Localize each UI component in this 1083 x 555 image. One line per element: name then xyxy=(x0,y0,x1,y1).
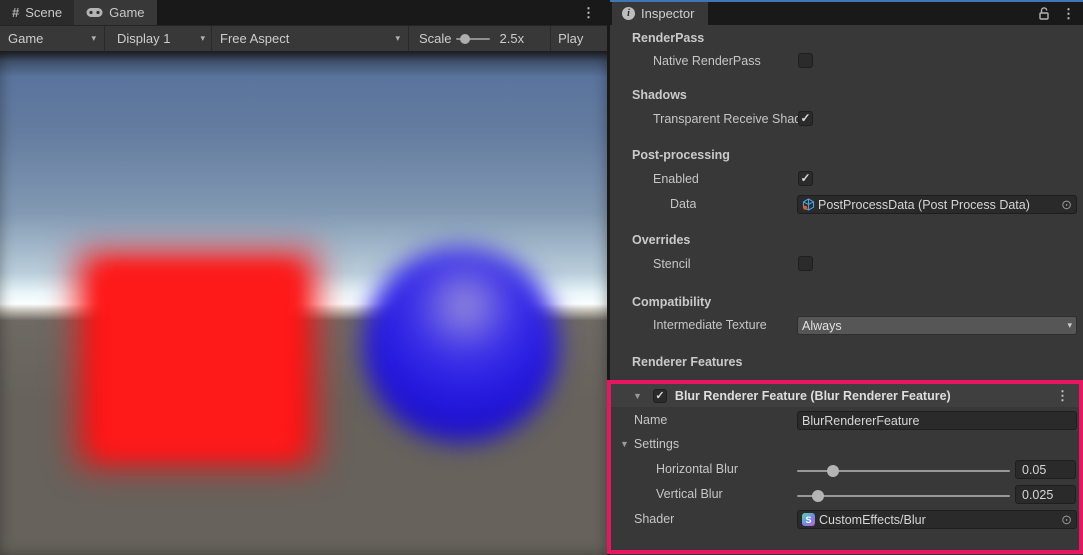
chevron-down-icon: ▾ xyxy=(395,33,400,44)
scale-slider[interactable] xyxy=(456,34,490,44)
chevron-down-icon: ▾ xyxy=(200,33,205,44)
object-picker-icon[interactable]: ⊙ xyxy=(1061,197,1072,213)
intermediate-texture-row: Intermediate Texture Always ▾ xyxy=(610,314,1083,336)
shader-object-field[interactable]: S CustomEffects/Blur ⊙ xyxy=(797,510,1077,529)
inspector-panel: i Inspector ⋮ RenderPass Native RenderPa… xyxy=(610,0,1083,555)
game-panel: # Scene Game ⋮ Game ▾ Display 1 ▾ xyxy=(0,0,607,555)
data-label: Data xyxy=(670,197,696,211)
vertical-blur-value-field[interactable]: 0.025 xyxy=(1015,485,1076,504)
horizontal-blur-slider[interactable] xyxy=(797,466,1010,476)
tab-game[interactable]: Game xyxy=(74,0,156,25)
shader-icon: S xyxy=(802,513,815,526)
tab-scene-label: Scene xyxy=(25,5,62,20)
blur-feature-title: Blur Renderer Feature (Blur Renderer Fea… xyxy=(675,389,951,403)
name-label: Name xyxy=(634,413,667,427)
renderpass-header: RenderPass xyxy=(610,27,1083,49)
blur-feature-more-menu-icon[interactable]: ⋮ xyxy=(1056,383,1069,408)
enabled-checkbox[interactable]: ✓ xyxy=(798,171,813,186)
tab-inspector-label: Inspector xyxy=(641,6,694,21)
data-object-value: PostProcessData (Post Process Data) xyxy=(818,198,1030,212)
tab-scene[interactable]: # Scene xyxy=(0,0,74,25)
tab-inspector[interactable]: i Inspector xyxy=(612,2,708,25)
name-input[interactable]: BlurRendererFeature xyxy=(797,411,1077,430)
vertical-blur-slider[interactable] xyxy=(797,491,1010,501)
tab-game-label: Game xyxy=(109,5,144,20)
intermediate-texture-value: Always xyxy=(802,319,842,333)
stencil-label: Stencil xyxy=(653,257,796,271)
scale-value: 2.5x xyxy=(500,31,525,46)
name-value: BlurRendererFeature xyxy=(802,414,919,428)
shader-label: Shader xyxy=(634,512,674,526)
stencil-checkbox[interactable] xyxy=(798,256,813,271)
display-dropdown[interactable]: Display 1 ▾ xyxy=(105,26,211,51)
game-toolbar: Game ▾ Display 1 ▾ Free Aspect ▾ Scale 2… xyxy=(0,25,607,51)
slider-track xyxy=(797,495,1010,497)
viewport-edge-shadow xyxy=(0,51,607,555)
scene-grid-icon: # xyxy=(12,5,19,20)
native-renderpass-label: Native RenderPass xyxy=(653,54,796,68)
transparent-receive-row: Transparent Receive Shadows ✓ xyxy=(610,108,1083,130)
scale-slider-thumb[interactable] xyxy=(460,34,470,44)
data-object-field[interactable]: PostProcessData (Post Process Data) ⊙ xyxy=(797,195,1077,214)
renderer-features-header: Renderer Features xyxy=(610,351,1083,373)
scale-control: Scale 2.5x xyxy=(409,31,524,46)
vertical-blur-row: Vertical Blur 0.025 xyxy=(610,483,1083,505)
settings-label: Settings xyxy=(634,437,679,451)
game-tabbar: # Scene Game ⋮ xyxy=(0,0,607,25)
shader-row: Shader S CustomEffects/Blur ⊙ xyxy=(610,508,1083,530)
intermediate-texture-dropdown[interactable]: Always ▾ xyxy=(797,316,1077,335)
object-picker-icon[interactable]: ⊙ xyxy=(1061,512,1072,528)
postprocessing-header: Post-processing xyxy=(610,144,1083,166)
data-row: Data PostProcessData (Post Process Data)… xyxy=(610,193,1083,215)
compatibility-header: Compatibility xyxy=(610,291,1083,313)
name-row: Name BlurRendererFeature xyxy=(610,409,1083,431)
game-viewport[interactable] xyxy=(0,51,607,555)
chevron-down-icon: ▾ xyxy=(1067,320,1072,331)
enabled-row: Enabled ✓ xyxy=(610,168,1083,190)
scale-label: Scale xyxy=(419,31,452,46)
intermediate-texture-label: Intermediate Texture xyxy=(653,318,797,332)
shader-value: CustomEffects/Blur xyxy=(819,513,926,527)
inspector-tabbar: i Inspector ⋮ xyxy=(610,2,1083,25)
game-view-dropdown[interactable]: Game ▾ xyxy=(0,26,104,51)
scriptable-object-icon xyxy=(802,198,815,211)
vertical-blur-label: Vertical Blur xyxy=(656,487,791,501)
chevron-down-icon: ▾ xyxy=(91,33,96,44)
play-focused-button[interactable]: Play xyxy=(551,26,607,51)
foldout-triangle-icon[interactable]: ▼ xyxy=(633,391,642,401)
horizontal-blur-label: Horizontal Blur xyxy=(656,462,791,476)
inspector-more-menu-icon[interactable]: ⋮ xyxy=(1062,1,1075,26)
unity-editor-window: # Scene Game ⋮ Game ▾ Display 1 ▾ xyxy=(0,0,1083,555)
horizontal-blur-row: Horizontal Blur 0.05 xyxy=(610,458,1083,480)
aspect-dropdown[interactable]: Free Aspect ▾ xyxy=(212,26,408,51)
slider-thumb[interactable] xyxy=(812,490,824,502)
slider-thumb[interactable] xyxy=(827,465,839,477)
enabled-label: Enabled xyxy=(653,172,796,186)
game-more-menu-icon[interactable]: ⋮ xyxy=(582,0,595,25)
info-icon: i xyxy=(622,7,635,20)
gamepad-icon xyxy=(86,7,103,18)
lock-icon[interactable] xyxy=(1038,7,1050,20)
settings-foldout-row[interactable]: ▼ Settings xyxy=(610,433,1083,455)
stencil-row: Stencil xyxy=(610,253,1083,275)
transparent-receive-checkbox[interactable]: ✓ xyxy=(798,111,813,126)
native-renderpass-checkbox[interactable] xyxy=(798,53,813,68)
transparent-receive-label: Transparent Receive Shadows xyxy=(653,112,798,126)
horizontal-blur-value-field[interactable]: 0.05 xyxy=(1015,460,1076,479)
overrides-header: Overrides xyxy=(610,229,1083,251)
native-renderpass-row: Native RenderPass xyxy=(610,50,1083,72)
shadows-header: Shadows xyxy=(610,84,1083,106)
blur-feature-checkbox[interactable]: ✓ xyxy=(653,389,667,403)
blur-feature-header[interactable]: ▼ ✓ Blur Renderer Feature (Blur Renderer… xyxy=(611,384,1079,407)
foldout-triangle-icon[interactable]: ▼ xyxy=(620,439,629,449)
